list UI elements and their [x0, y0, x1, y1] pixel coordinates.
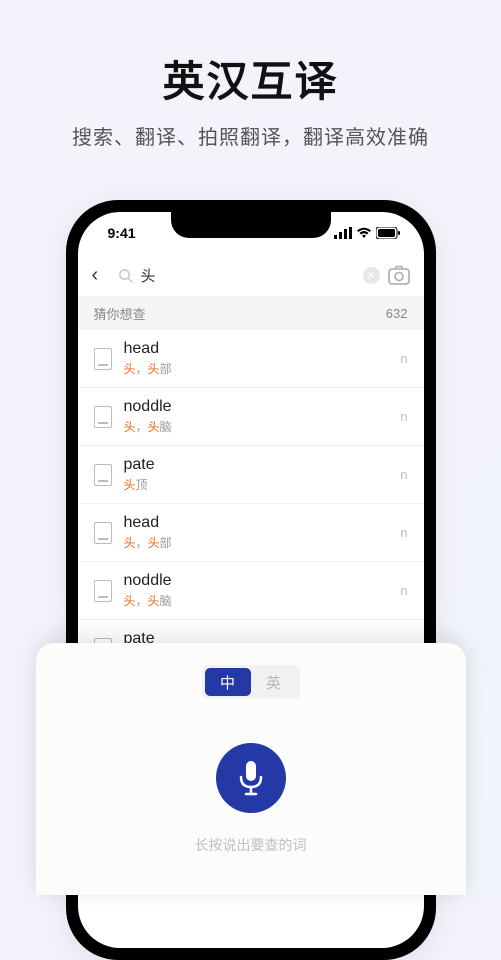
search-icon: [118, 268, 133, 283]
result-word: head: [124, 514, 389, 532]
microphone-icon: [236, 759, 266, 797]
camera-button[interactable]: [388, 265, 410, 285]
clear-button[interactable]: ✕: [363, 267, 380, 284]
list-item[interactable]: pate 头顶 n: [78, 446, 424, 504]
voice-hint: 长按说出要查的词: [36, 835, 466, 855]
lang-zh-button[interactable]: 中: [205, 668, 251, 696]
part-of-speech: n: [400, 409, 407, 424]
dictionary-icon: [94, 464, 112, 486]
result-meaning: 头，头部: [124, 534, 389, 551]
result-word: pate: [124, 456, 389, 474]
result-meaning: 头，头脑: [124, 418, 389, 435]
result-list: head头，头部nnoddle头，头脑npate头顶nhead头，头部nnodd…: [78, 330, 424, 678]
voice-panel: 中 英 长按说出要查的词: [36, 643, 466, 895]
lang-en-button[interactable]: 英: [251, 668, 297, 696]
list-item-main: noddle 头，头脑: [124, 398, 389, 435]
result-word: noddle: [124, 572, 389, 590]
result-meaning: 头，头脑: [124, 592, 389, 609]
suggestion-count: 632: [386, 306, 408, 321]
list-item-main: pate 头顶: [124, 456, 389, 493]
search-input[interactable]: 头: [141, 265, 355, 286]
suggestion-title: 猜你想查: [94, 304, 146, 323]
result-meaning: 头顶: [124, 476, 389, 493]
list-item[interactable]: noddle 头，头脑 n: [78, 562, 424, 620]
back-button[interactable]: ‹: [92, 264, 110, 287]
suggestion-header: 猜你想查 632: [78, 296, 424, 330]
list-item[interactable]: head 头，头部 n: [78, 330, 424, 388]
result-word: head: [124, 340, 389, 358]
signal-icon: [334, 227, 352, 239]
search-bar: ‹ 头 ✕: [78, 254, 424, 296]
result-word: noddle: [124, 398, 389, 416]
battery-icon: [376, 227, 400, 239]
list-item-main: head 头，头部: [124, 514, 389, 551]
dictionary-icon: [94, 348, 112, 370]
hero-title: 英汉互译: [0, 48, 501, 109]
hero-subtitle: 搜索、翻译、拍照翻译，翻译高效准确: [0, 121, 501, 150]
microphone-button[interactable]: [216, 743, 286, 813]
list-item[interactable]: head 头，头部 n: [78, 504, 424, 562]
status-time: 9:41: [108, 225, 136, 241]
part-of-speech: n: [400, 525, 407, 540]
part-of-speech: n: [400, 467, 407, 482]
part-of-speech: n: [400, 351, 407, 366]
wifi-icon: [356, 227, 372, 239]
dictionary-icon: [94, 406, 112, 428]
list-item-main: head 头，头部: [124, 340, 389, 377]
language-toggle: 中 英: [202, 665, 300, 699]
result-meaning: 头，头部: [124, 360, 389, 377]
list-item[interactable]: noddle 头，头脑 n: [78, 388, 424, 446]
list-item-main: noddle 头，头脑: [124, 572, 389, 609]
dictionary-icon: [94, 580, 112, 602]
phone-notch: [171, 212, 331, 238]
dictionary-icon: [94, 522, 112, 544]
part-of-speech: n: [400, 583, 407, 598]
